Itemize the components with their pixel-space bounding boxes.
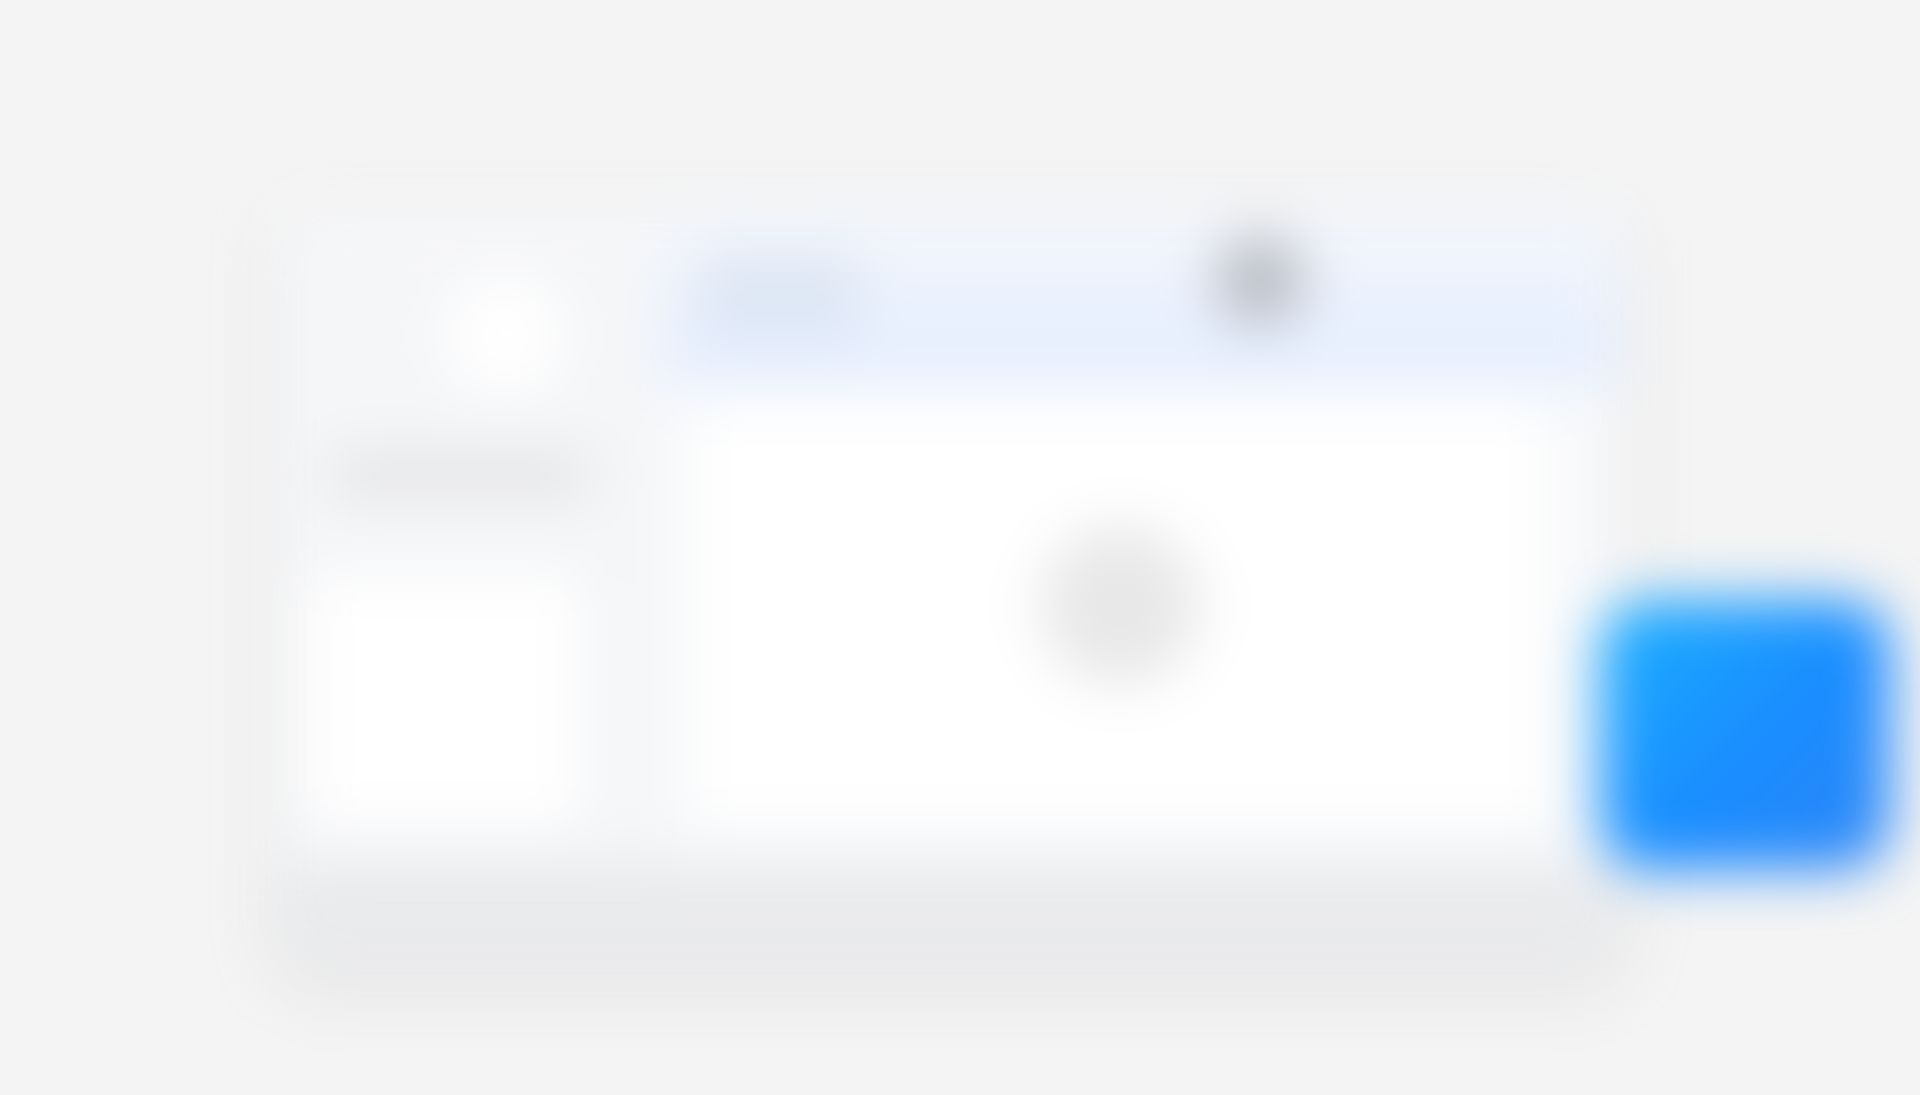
main-area	[660, 205, 1620, 965]
screen: +	[0, 0, 1920, 1095]
header-tab[interactable]	[700, 255, 860, 335]
loading-spinner-icon	[1040, 525, 1200, 685]
content-panel	[690, 405, 1550, 825]
app-window	[280, 205, 1620, 965]
sidebar-heading-placeholder	[330, 455, 590, 495]
primary-action-button[interactable]: +	[1600, 600, 1890, 870]
sidebar	[280, 205, 660, 965]
sidebar-card[interactable]	[310, 575, 580, 825]
header-bar	[660, 205, 1620, 385]
footer-bar	[280, 865, 1620, 965]
avatar[interactable]	[1215, 235, 1305, 325]
app-logo	[445, 275, 565, 395]
